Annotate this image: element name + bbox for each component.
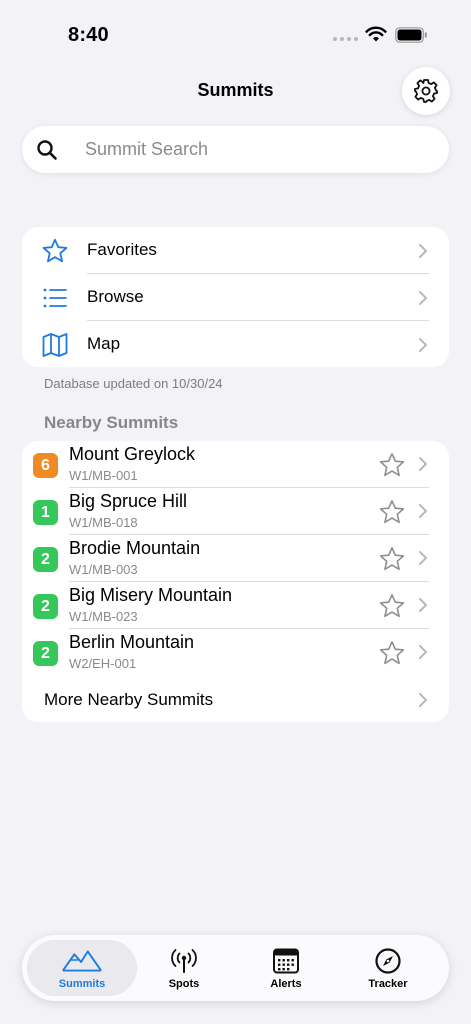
browse-row[interactable]: Browse (22, 274, 449, 321)
status-bar: 8:40 (0, 0, 471, 70)
points-badge: 6 (33, 453, 58, 478)
tab-label: Spots (168, 978, 200, 990)
points-badge: 2 (33, 547, 58, 572)
nearby-summits-header: Nearby Summits (44, 413, 179, 432)
navigation-menu: Favorites Browse Map (22, 227, 449, 367)
favorite-star-icon[interactable] (379, 546, 405, 572)
favorite-star-icon[interactable] (379, 452, 405, 478)
chevron-right-icon (419, 244, 427, 258)
summit-code: W1/MB-001 (69, 468, 138, 483)
tab-label: Alerts (270, 978, 302, 990)
search-icon (37, 140, 57, 160)
summit-row[interactable]: 2 Brodie Mountain W1/MB-003 (22, 535, 449, 582)
browse-label: Browse (87, 287, 144, 306)
chevron-right-icon (419, 504, 427, 518)
summit-row[interactable]: 2 Berlin Mountain W2/EH-001 (22, 629, 449, 676)
map-label: Map (87, 334, 121, 353)
more-nearby-summits-label: More Nearby Summits (44, 690, 214, 709)
more-nearby-summits-row[interactable]: More Nearby Summits (22, 676, 449, 722)
points-badge: 2 (33, 594, 58, 619)
tab-bar: Summits Spots Alerts Tracker (22, 935, 449, 1001)
favorites-label: Favorites (87, 240, 157, 259)
tab-spots[interactable]: Spots (129, 940, 239, 996)
compass-icon (375, 948, 401, 974)
favorites-row[interactable]: Favorites (22, 227, 449, 274)
tab-label: Tracker (368, 978, 408, 990)
summit-code: W1/MB-003 (69, 562, 138, 577)
summit-name: Big Spruce Hill (69, 491, 188, 511)
star-outline-icon (42, 238, 68, 263)
nearby-summits-list: 6 Mount Greylock W1/MB-001 1 Big Spruce … (22, 441, 449, 722)
summit-name: Berlin Mountain (69, 632, 195, 652)
mountains-icon (62, 950, 102, 972)
gear-icon (414, 79, 438, 103)
summit-name: Mount Greylock (69, 444, 196, 464)
chevron-right-icon (419, 338, 427, 352)
wifi-icon (365, 26, 387, 42)
chevron-right-icon (419, 598, 427, 612)
summit-name: Big Misery Mountain (69, 585, 233, 605)
favorite-star-icon[interactable] (379, 640, 405, 666)
tab-alerts[interactable]: Alerts (231, 940, 341, 996)
chevron-right-icon (419, 457, 427, 471)
summit-code: W1/MB-023 (69, 609, 138, 624)
cellular-signal-icon (333, 37, 358, 41)
search-input[interactable] (85, 126, 435, 173)
status-time: 8:40 (68, 24, 109, 46)
summit-row[interactable]: 6 Mount Greylock W1/MB-001 (22, 441, 449, 488)
summit-row[interactable]: 2 Big Misery Mountain W1/MB-023 (22, 582, 449, 629)
points-badge: 1 (33, 500, 58, 525)
calendar-icon (273, 948, 299, 974)
database-updated-text: Database updated on 10/30/24 (44, 376, 223, 391)
chevron-right-icon (419, 645, 427, 659)
battery-icon (395, 27, 427, 43)
map-row[interactable]: Map (22, 321, 449, 367)
map-icon (42, 333, 68, 357)
list-icon (43, 288, 67, 308)
summit-code: W2/EH-001 (69, 656, 137, 671)
points-badge: 2 (33, 641, 58, 666)
tab-summits[interactable]: Summits (27, 940, 137, 996)
chevron-right-icon (419, 291, 427, 305)
tab-tracker[interactable]: Tracker (333, 940, 443, 996)
settings-button[interactable] (402, 67, 450, 115)
tab-label: Summits (58, 978, 106, 990)
chevron-right-icon (419, 551, 427, 565)
antenna-icon (171, 949, 197, 973)
page-title: Summits (197, 80, 274, 100)
favorite-star-icon[interactable] (379, 593, 405, 619)
summit-code: W1/MB-018 (69, 515, 138, 530)
favorite-star-icon[interactable] (379, 499, 405, 525)
search-bar[interactable] (22, 126, 449, 173)
summit-name: Brodie Mountain (69, 538, 201, 558)
summit-row[interactable]: 1 Big Spruce Hill W1/MB-018 (22, 488, 449, 535)
chevron-right-icon (419, 693, 427, 707)
